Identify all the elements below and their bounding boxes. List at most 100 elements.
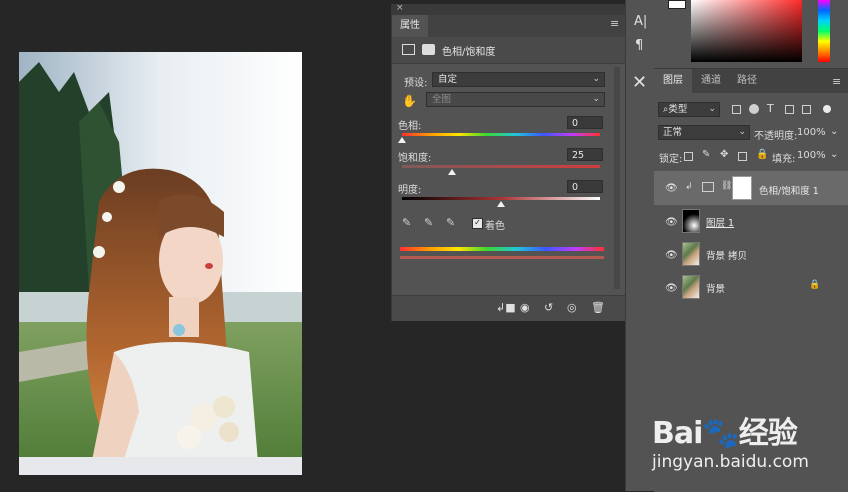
- filter-toggle-icon[interactable]: [823, 105, 831, 113]
- eye-icon[interactable]: 👁: [665, 283, 678, 294]
- channel-value: 全图: [432, 94, 452, 105]
- trash-icon[interactable]: 🗑: [591, 301, 605, 314]
- eye-icon[interactable]: 👁: [665, 217, 678, 228]
- lock-image-icon[interactable]: ✎: [702, 149, 710, 160]
- chevron-down-icon[interactable]: ⌄: [830, 126, 838, 137]
- hue-slider-thumb[interactable]: [398, 137, 406, 143]
- side-panel-toolbar: A| ¶ ✕: [625, 0, 654, 491]
- input-color-bar: [400, 247, 604, 251]
- lock-icon[interactable]: 🔒: [809, 280, 820, 290]
- lightness-slider-thumb[interactable]: [497, 201, 505, 207]
- baidu-watermark-logo: Bai🐾经验: [652, 408, 798, 452]
- hue-strip[interactable]: [818, 0, 830, 62]
- paragraph-panel-icon[interactable]: ¶: [635, 38, 643, 53]
- opacity-value[interactable]: 100%: [797, 127, 826, 138]
- tab-strip: [428, 15, 626, 37]
- saturation-slider-thumb[interactable]: [447, 169, 456, 175]
- tab-layers[interactable]: 图层: [654, 69, 692, 93]
- watermark-logo-text: Bai: [652, 416, 703, 451]
- blend-mode-select[interactable]: 正常 ⌄: [658, 125, 750, 140]
- eyedropper-plus-icon[interactable]: ✎: [424, 216, 433, 229]
- lightness-value-field[interactable]: 0: [567, 180, 603, 193]
- watermark-logo-cn: 经验: [738, 416, 798, 451]
- foreground-swatch[interactable]: [668, 0, 686, 9]
- chevron-down-icon: ⌄: [592, 74, 600, 84]
- preset-value: 自定: [438, 74, 458, 85]
- hand-tool-icon[interactable]: ✋: [402, 94, 417, 108]
- hue-label: 色相:: [398, 121, 422, 132]
- clip-to-layer-icon[interactable]: ↲■: [496, 301, 516, 314]
- layer-name[interactable]: 背景 拷贝: [706, 248, 747, 262]
- filter-type-icon[interactable]: T: [767, 102, 774, 115]
- close-icon[interactable]: ×: [396, 3, 404, 13]
- channel-select[interactable]: 全图 ⌄: [426, 92, 605, 107]
- panel-drag-bar[interactable]: ×: [392, 3, 626, 15]
- filter-smart-object-icon[interactable]: [802, 105, 811, 114]
- lock-transparent-icon[interactable]: [684, 152, 693, 161]
- layer-row-background-copy[interactable]: 👁 背景 拷贝: [654, 238, 848, 272]
- layer-name[interactable]: 背景: [706, 281, 725, 295]
- lock-icon[interactable]: 🔒: [756, 149, 768, 160]
- character-panel-icon[interactable]: A|: [634, 14, 647, 29]
- chevron-down-icon: ⌄: [708, 104, 716, 114]
- layer-row-layer1[interactable]: 👁 图层 1: [654, 205, 848, 239]
- colorize-label: 着色: [485, 221, 505, 232]
- layer-row-hue-saturation[interactable]: 👁 ↲ ⛓ 色相/饱和度 1: [654, 171, 848, 205]
- hue-value-field[interactable]: 0: [567, 116, 603, 129]
- panel-menu-icon[interactable]: ≡: [610, 17, 619, 30]
- hue-saturation-icon: [402, 44, 415, 55]
- tab-properties[interactable]: 属性: [392, 15, 428, 37]
- fill-value[interactable]: 100%: [797, 150, 826, 161]
- eye-icon[interactable]: 👁: [665, 250, 678, 261]
- visibility-icon[interactable]: ◎: [567, 301, 577, 314]
- lock-position-icon[interactable]: ✥: [720, 149, 728, 160]
- paw-icon: 🐾: [702, 416, 739, 451]
- colorize-checkbox[interactable]: ✓: [472, 218, 483, 229]
- layers-tabs: 图层 通道 路径 ≡: [654, 69, 848, 93]
- eyedropper-icon[interactable]: ✎: [402, 216, 411, 229]
- color-field[interactable]: [691, 0, 802, 62]
- saturation-track: [402, 165, 600, 168]
- lock-artboard-icon[interactable]: [738, 152, 747, 161]
- tools-panel-icon[interactable]: ✕: [632, 72, 647, 93]
- mask-icon[interactable]: [422, 44, 435, 55]
- link-icon[interactable]: ⛓: [721, 181, 732, 191]
- filter-pixel-icon[interactable]: [732, 105, 741, 114]
- layer-mask-thumbnail[interactable]: [732, 176, 752, 200]
- fill-label: 填充:: [772, 154, 796, 165]
- baidu-watermark-url: jingyan.baidu.com: [652, 452, 809, 472]
- adjustment-header: 色相/饱和度: [392, 37, 626, 64]
- hue-track: [402, 133, 600, 136]
- output-color-bar: [400, 256, 604, 259]
- chevron-down-icon[interactable]: ⌄: [830, 149, 838, 160]
- eye-icon[interactable]: 👁: [665, 183, 678, 194]
- saturation-label: 饱和度:: [398, 153, 432, 164]
- filter-adjustment-icon[interactable]: [749, 104, 759, 114]
- layer-name[interactable]: 色相/饱和度 1: [759, 183, 819, 197]
- layer-filter-select[interactable]: ⌕类型 ⌄: [658, 102, 720, 117]
- preset-label: 预设:: [404, 78, 428, 89]
- saturation-value-field[interactable]: 25: [567, 148, 603, 161]
- panel-scrollbar[interactable]: [614, 67, 620, 289]
- blend-mode-value: 正常: [663, 127, 683, 138]
- reset-icon[interactable]: ↺: [544, 301, 553, 314]
- preset-select[interactable]: 自定 ⌄: [432, 72, 605, 87]
- layer-name[interactable]: 图层 1: [706, 215, 734, 229]
- portrait-photo: [19, 52, 302, 475]
- tab-channels[interactable]: 通道: [694, 69, 728, 93]
- adjustment-title: 色相/饱和度: [442, 47, 496, 58]
- layer-row-background[interactable]: 👁 背景 🔒: [654, 271, 848, 305]
- properties-panel: × 属性 ≡ 色相/饱和度 预设: 自定 ⌄ ✋ 全图 ⌄ 色相: 0 饱和度:…: [391, 3, 627, 321]
- eyedropper-minus-icon[interactable]: ✎: [446, 216, 455, 229]
- clip-arrow-icon: ↲: [685, 182, 693, 192]
- layer-thumbnail: [682, 209, 700, 233]
- lightness-label: 明度:: [398, 185, 422, 196]
- view-previous-icon[interactable]: ◉: [520, 301, 530, 314]
- document-image[interactable]: [19, 52, 302, 475]
- lock-label: 锁定:: [659, 154, 683, 165]
- hue-saturation-icon: [702, 182, 714, 192]
- layer-thumbnail: [682, 242, 700, 266]
- tab-paths[interactable]: 路径: [730, 69, 764, 93]
- filter-shape-icon[interactable]: [785, 105, 794, 114]
- panel-menu-icon[interactable]: ≡: [832, 75, 841, 88]
